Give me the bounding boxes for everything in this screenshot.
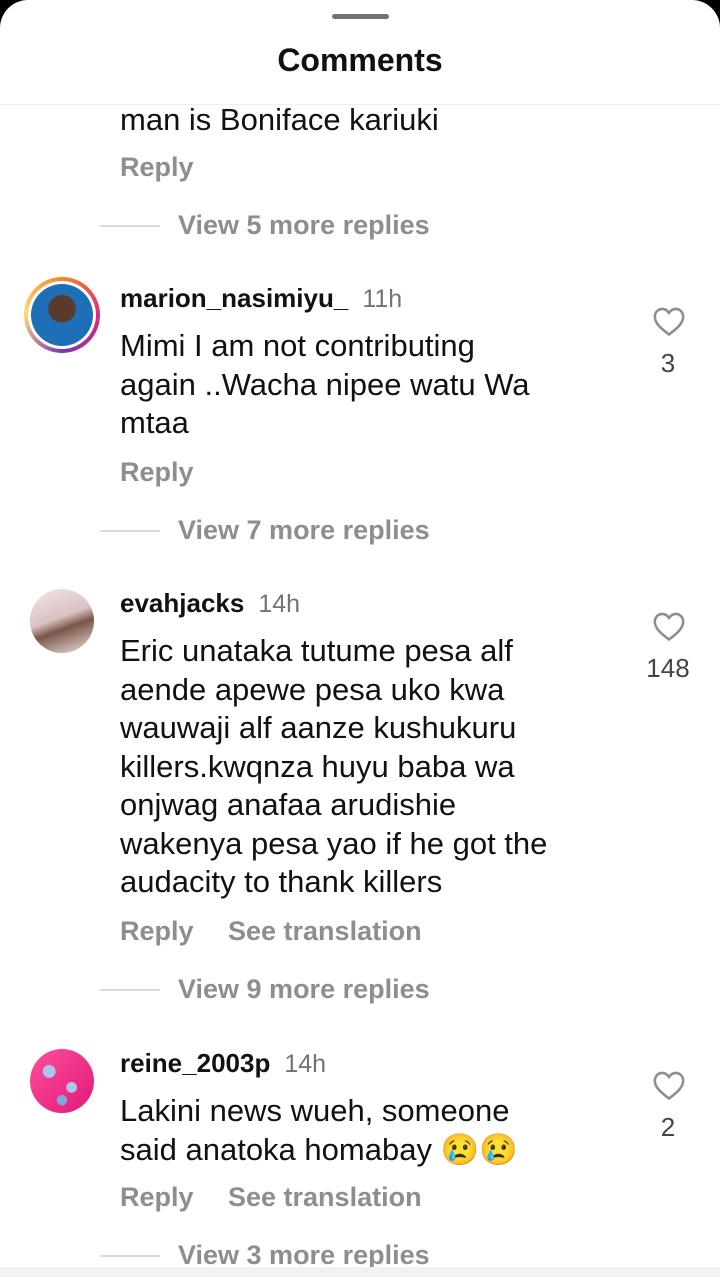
comment-timestamp: 14h [258,590,301,618]
username[interactable]: reine_2003p [120,1048,270,1078]
replies-divider [100,989,160,991]
comment-text: Mimi I am not contributing again ..Wacha… [120,327,620,443]
comment-line: Eric unataka tutume pesa alf [120,633,513,668]
comment-text: man is Boniface kariuki [120,105,439,137]
heart-outline-icon[interactable] [652,305,686,337]
comment-line: wakenya pesa yao if he got the [120,825,548,861]
comment-line: aende apewe pesa uko kwa [120,671,505,707]
heart-outline-icon[interactable] [652,610,686,642]
comment-line: Lakini news wueh, someone [120,1093,510,1128]
view-more-replies-button[interactable]: View 7 more replies [178,515,430,546]
comment-text: Lakini news wueh, someone said anatoka h… [120,1092,620,1169]
replies-divider [100,225,160,227]
comment-line: wauwaji alf aanze kushukuru [120,710,517,745]
comments-sheet: Comments man is Boniface kariuki Reply V… [0,0,720,1277]
replies-divider [100,530,160,532]
view-more-replies-button[interactable]: View 9 more replies [178,974,430,1005]
avatar[interactable] [24,277,100,353]
reply-button[interactable]: Reply [120,152,194,183]
like-count: 3 [660,348,676,378]
comment-line: onjwag anafaa arudishie [120,787,457,822]
username[interactable]: marion_nasimiyu_ [120,283,348,313]
like-count: 148 [646,653,690,683]
drag-handle[interactable] [332,14,389,19]
like-count: 2 [660,1112,676,1142]
comment-line: said anatoka homabay 😢😢 [120,1131,518,1167]
reply-button[interactable]: Reply [120,1182,194,1213]
comments-list[interactable]: man is Boniface kariuki Reply View 5 mor… [0,105,720,1267]
comment-author[interactable]: evahjacks 14h [120,588,300,619]
comment-line: again ..Wacha nipee watu Wa [120,366,530,402]
reply-button[interactable]: Reply [120,457,194,488]
page-title: Comments [277,42,443,78]
comment-line: mtaa [120,405,189,440]
view-more-replies-button[interactable]: View 3 more replies [178,1240,430,1267]
avatar[interactable] [30,1049,94,1113]
comment-line: audacity to thank killers [120,864,443,899]
avatar[interactable] [30,589,94,653]
bottom-bar [0,1267,720,1277]
view-more-replies-button[interactable]: View 5 more replies [178,210,430,241]
comment-line: killers.kwqnza huyu baba wa [120,748,515,784]
username[interactable]: evahjacks [120,588,244,618]
comment-timestamp: 14h [284,1050,327,1078]
comment-author[interactable]: marion_nasimiyu_ 11h [120,283,402,314]
see-translation-button[interactable]: See translation [228,916,422,947]
reply-button[interactable]: Reply [120,916,194,947]
see-translation-button[interactable]: See translation [228,1182,422,1213]
comment-author[interactable]: reine_2003p 14h [120,1048,326,1079]
comment-timestamp: 11h [362,285,403,313]
replies-divider [100,1255,160,1257]
heart-outline-icon[interactable] [652,1069,686,1101]
comment-line: Mimi I am not contributing [120,328,475,363]
comment-text: Eric unataka tutume pesa alf aende apewe… [120,632,620,902]
